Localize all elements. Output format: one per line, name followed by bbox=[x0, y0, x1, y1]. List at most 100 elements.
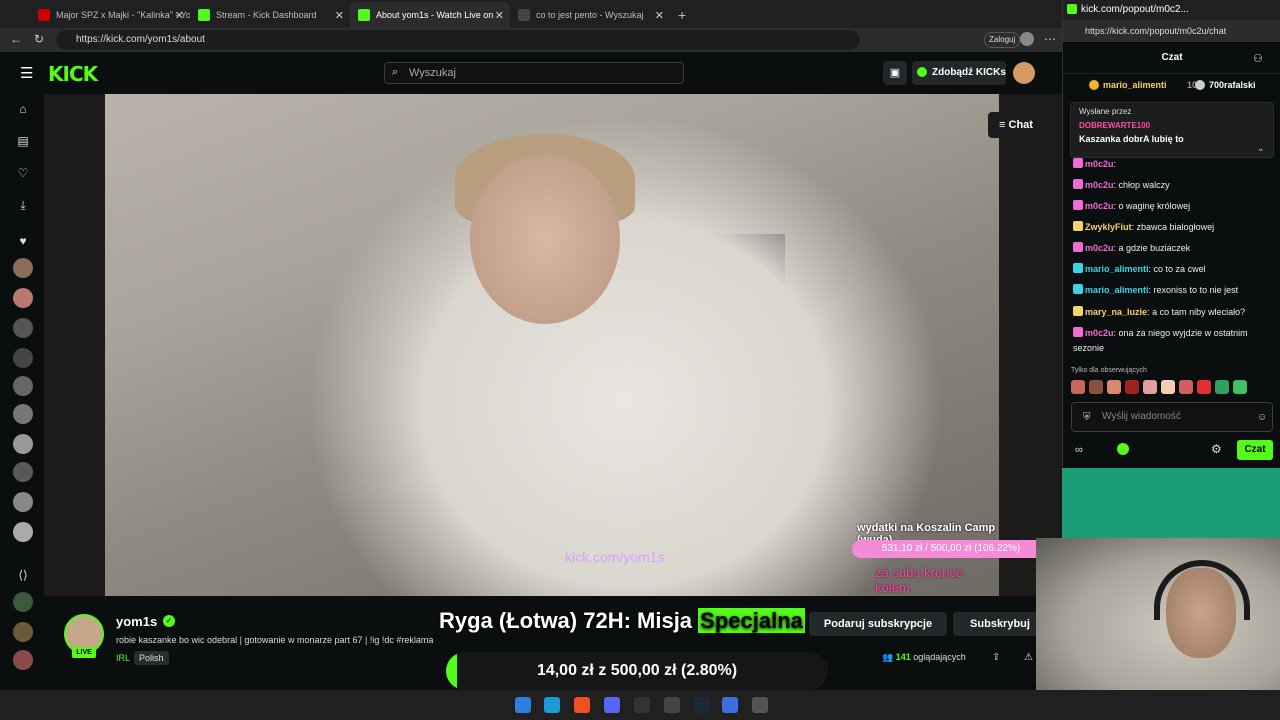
settings-gear-icon[interactable]: ⚙ bbox=[1211, 442, 1222, 456]
user-badge-icon bbox=[1073, 284, 1083, 294]
emote-icon[interactable] bbox=[1161, 380, 1175, 394]
rewards-icon[interactable]: ∞ bbox=[1075, 444, 1083, 456]
chat-username[interactable]: m0c2u bbox=[1085, 180, 1114, 190]
emote-icon[interactable] bbox=[1215, 380, 1229, 394]
message-input[interactable]: Wyślij wiadomość bbox=[1071, 402, 1273, 432]
channel-avatar[interactable] bbox=[13, 376, 33, 396]
chat-username[interactable]: m0c2u bbox=[1085, 201, 1114, 211]
video-player[interactable]: kick.com/yom1s wydatki na Koszalin Camp … bbox=[44, 94, 1062, 596]
emote-icon[interactable] bbox=[1089, 380, 1103, 394]
user-avatar[interactable] bbox=[1013, 62, 1035, 84]
emote-icon[interactable] bbox=[1143, 380, 1157, 394]
pinned-message[interactable]: Wysłane przez DOBREWARTE100 Kaszanka dob… bbox=[1070, 102, 1274, 158]
close-icon[interactable]: ✕ bbox=[495, 9, 504, 22]
report-icon[interactable]: ⚠ bbox=[1024, 652, 1033, 663]
following-icon[interactable]: ♡ bbox=[14, 164, 32, 182]
user-badge-icon bbox=[1073, 242, 1083, 252]
tab-search[interactable]: co to jest pento - Wyszukaj ✕ bbox=[510, 2, 670, 28]
emote-icon[interactable] bbox=[1107, 380, 1121, 394]
channel-avatar[interactable] bbox=[13, 522, 33, 542]
steam-icon[interactable] bbox=[694, 697, 710, 713]
app-icon[interactable] bbox=[722, 697, 738, 713]
emote-icon[interactable] bbox=[1233, 380, 1247, 394]
overlay-url: kick.com/yom1s bbox=[565, 549, 665, 565]
address-bar: ← ↻ https://kick.com/yom1s/about Zaloguj… bbox=[0, 28, 1062, 52]
download-icon[interactable]: ⤓ bbox=[14, 196, 32, 214]
windows-start-icon[interactable] bbox=[515, 697, 531, 713]
back-icon[interactable]: ← bbox=[10, 32, 22, 46]
channel-avatar[interactable] bbox=[13, 434, 33, 454]
channel-avatar[interactable] bbox=[13, 492, 33, 512]
kicks-icon[interactable] bbox=[1117, 443, 1129, 455]
emote-icon[interactable] bbox=[1197, 380, 1211, 394]
search-input[interactable]: Wyszukaj bbox=[384, 62, 684, 84]
studio-icon[interactable]: ▣ bbox=[883, 61, 907, 85]
epic-games-icon[interactable] bbox=[664, 697, 680, 713]
chat-text: zbawca bialogłowej bbox=[1136, 222, 1215, 232]
chat-message: ZwyklyFiut: zbawca bialogłowej bbox=[1073, 220, 1277, 235]
tab-bar: Major SPZ x Majki - "Kalinka" - Yo ✕ Stre… bbox=[0, 0, 1062, 28]
chat-username[interactable]: mary_na_luzie bbox=[1085, 307, 1147, 317]
streamer-face bbox=[470, 154, 620, 324]
category-link[interactable]: IRL bbox=[116, 653, 130, 663]
chat-username[interactable]: m0c2u bbox=[1085, 243, 1114, 253]
channel-name[interactable]: yom1s bbox=[116, 614, 157, 629]
profile-icon[interactable] bbox=[1020, 32, 1034, 46]
chevron-down-icon[interactable]: ⌄ bbox=[1257, 143, 1265, 154]
emote-icon[interactable] bbox=[1179, 380, 1193, 394]
kick-header: ☰ KICK Wyszukaj ⌕ ▣ Zdobądź KICKs bbox=[0, 52, 1062, 94]
channel-avatar[interactable] bbox=[13, 258, 33, 278]
browse-icon[interactable]: ▤ bbox=[14, 132, 32, 150]
channel-avatar[interactable] bbox=[13, 288, 33, 308]
popout-url[interactable]: https://kick.com/popout/m0c2u/chat bbox=[1063, 20, 1280, 42]
channel-avatar[interactable] bbox=[13, 348, 33, 368]
search-icon bbox=[518, 9, 530, 21]
menu-icon[interactable]: ⋯ bbox=[1044, 32, 1056, 46]
close-icon[interactable]: ✕ bbox=[655, 9, 664, 22]
close-icon[interactable]: ✕ bbox=[175, 9, 184, 22]
user-list-icon[interactable]: ⚇ bbox=[1253, 52, 1263, 65]
new-tab-button[interactable]: + bbox=[670, 2, 700, 28]
kick-logo[interactable]: KICK bbox=[48, 62, 98, 86]
stream-frame: kick.com/yom1s wydatki na Koszalin Camp … bbox=[105, 94, 1050, 596]
chat-username[interactable]: ZwyklyFiut bbox=[1085, 222, 1132, 232]
gift-sub-button[interactable]: Podaruj subskrypcje bbox=[809, 612, 947, 636]
share-icon[interactable]: ⇪ bbox=[992, 652, 1000, 663]
hamburger-menu-icon[interactable]: ☰ bbox=[20, 64, 33, 82]
chat-separator: : bbox=[1113, 159, 1117, 169]
chat-username[interactable]: mario_alimenti bbox=[1085, 285, 1149, 295]
recommended-icon[interactable]: ⟨⟩ bbox=[14, 566, 32, 584]
discord-icon[interactable] bbox=[604, 697, 620, 713]
chat-username[interactable]: m0c2u bbox=[1085, 159, 1114, 169]
language-tag[interactable]: Polish bbox=[134, 651, 169, 665]
refresh-icon[interactable]: ↻ bbox=[34, 32, 44, 46]
channel-avatar[interactable] bbox=[13, 404, 33, 424]
overlay-title: Ryga (Łotwa) 72H: Misja Specjalna bbox=[439, 608, 805, 633]
chat-text: a gdzie buziaczek bbox=[1118, 243, 1191, 253]
url-input[interactable]: https://kick.com/yom1s/about bbox=[56, 30, 860, 50]
tab-yom1s[interactable]: About yom1s - Watch Live on ✕ bbox=[350, 2, 510, 28]
close-icon[interactable]: ✕ bbox=[335, 9, 344, 22]
brave-icon[interactable] bbox=[574, 697, 590, 713]
channel-avatar[interactable] bbox=[13, 622, 33, 642]
emote-icon[interactable] bbox=[1071, 380, 1085, 394]
login-button[interactable]: Zaloguj bbox=[984, 32, 1021, 48]
channel-avatar[interactable] bbox=[13, 650, 33, 670]
edge-icon[interactable] bbox=[544, 697, 560, 713]
channel-avatar[interactable] bbox=[13, 462, 33, 482]
emote-row bbox=[1071, 380, 1275, 396]
tab-youtube[interactable]: Major SPZ x Majki - "Kalinka" - Yo ✕ bbox=[30, 2, 190, 28]
emote-icon[interactable] bbox=[1125, 380, 1139, 394]
chat-username[interactable]: mario_alimenti bbox=[1085, 264, 1149, 274]
app-icon[interactable] bbox=[634, 697, 650, 713]
obs-icon[interactable] bbox=[752, 697, 768, 713]
tab-kick-dashboard[interactable]: Stream - Kick Dashboard ✕ bbox=[190, 2, 350, 28]
chat-toggle-button[interactable]: ≡ Chat bbox=[988, 112, 1044, 138]
chat-username[interactable]: m0c2u bbox=[1085, 328, 1114, 338]
channel-avatar[interactable] bbox=[13, 592, 33, 612]
emoji-icon[interactable]: ☺ bbox=[1257, 412, 1267, 423]
channel-avatar[interactable] bbox=[13, 318, 33, 338]
home-icon[interactable]: ⌂ bbox=[14, 100, 32, 118]
subscribe-button[interactable]: Subskrybuj bbox=[953, 612, 1047, 636]
send-chat-button[interactable]: Czat bbox=[1237, 440, 1273, 460]
